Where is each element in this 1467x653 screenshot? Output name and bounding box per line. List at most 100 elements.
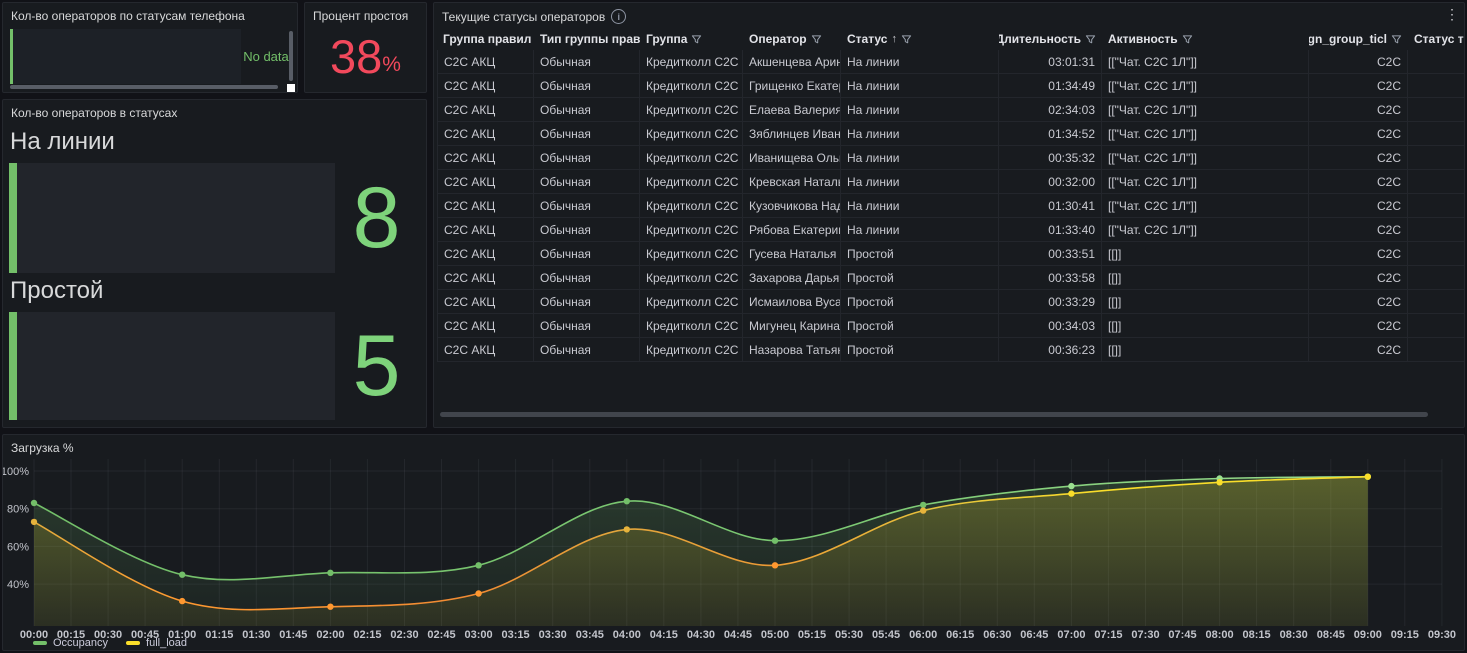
x-axis-label: 04:30 bbox=[687, 629, 715, 641]
y-axis-label: 100% bbox=[3, 466, 29, 478]
filter-icon[interactable] bbox=[691, 34, 702, 45]
occupancy-point[interactable] bbox=[31, 500, 37, 506]
legend-item-full_load[interactable]: full_load bbox=[126, 637, 187, 649]
filter-icon[interactable] bbox=[901, 34, 912, 45]
x-axis-label: 07:15 bbox=[1094, 629, 1122, 641]
x-axis-label: 01:15 bbox=[205, 629, 233, 641]
table-cell: 02:34:03 bbox=[999, 98, 1102, 122]
column-header-4[interactable]: Оператор bbox=[743, 29, 841, 50]
table-cell: [[]] bbox=[1102, 290, 1309, 314]
column-header-9[interactable]: Статус телефона bbox=[1408, 29, 1464, 50]
table-row: C2C АКЦОбычнаяКредитколл C2CГрищенко Ека… bbox=[437, 74, 1464, 98]
column-header-1[interactable]: Группа правил bbox=[437, 29, 534, 50]
vertical-scrollbar[interactable] bbox=[289, 31, 293, 81]
column-label: Статус телефона bbox=[1414, 29, 1464, 50]
occupancy-point[interactable] bbox=[179, 572, 185, 578]
column-header-6[interactable]: Длительность bbox=[999, 29, 1102, 50]
table-cell: На линии bbox=[841, 146, 999, 170]
table-horizontal-scrollbar[interactable] bbox=[440, 412, 1428, 417]
column-header-5[interactable]: Статус↑ bbox=[841, 29, 999, 50]
table-cell: C2C bbox=[1309, 218, 1408, 242]
occupancy-point[interactable] bbox=[624, 498, 630, 504]
panel-menu-kebab-icon[interactable]: ⋮ bbox=[1444, 5, 1460, 23]
occupancy-point[interactable] bbox=[772, 538, 778, 544]
column-header-3[interactable]: Группа bbox=[640, 29, 743, 50]
legend-item-occupancy[interactable]: Occupancy bbox=[33, 637, 108, 649]
bar-gauge-fill bbox=[9, 163, 17, 273]
table-row: C2C АКЦОбычнаяКредитколл C2CИсмаилова Ву… bbox=[437, 290, 1464, 314]
table-cell: C2C bbox=[1309, 74, 1408, 98]
table-row: C2C АКЦОбычнаяКредитколл C2CМигунец Кари… bbox=[437, 314, 1464, 338]
table-cell: Кревская Наталья bbox=[743, 170, 841, 194]
table-cell: 00:33:51 bbox=[999, 242, 1102, 266]
bar-gauge-track bbox=[9, 312, 335, 420]
table-cell: C2C АКЦ bbox=[437, 242, 534, 266]
table-cell: Обычная bbox=[534, 98, 640, 122]
panel-title-text: Кол-во операторов в статусах bbox=[11, 106, 177, 120]
table-cell: [[]] bbox=[1102, 338, 1309, 362]
full-load-point[interactable] bbox=[179, 598, 185, 604]
horizontal-scrollbar[interactable] bbox=[10, 85, 278, 89]
x-axis-label: 03:30 bbox=[539, 629, 567, 641]
table-cell: [["Чат. C2C 1Л"]] bbox=[1102, 170, 1309, 194]
full-load-point[interactable] bbox=[1216, 479, 1222, 485]
table-row: C2C АКЦОбычнаяКредитколл C2CРябова Екате… bbox=[437, 218, 1464, 242]
table-cell: Мигунец Карина bbox=[743, 314, 841, 338]
filter-icon[interactable] bbox=[1391, 34, 1402, 45]
column-header-7[interactable]: Активность bbox=[1102, 29, 1309, 50]
filter-icon[interactable] bbox=[1182, 34, 1193, 45]
x-axis-label: 05:30 bbox=[835, 629, 863, 641]
table-cell: Обычная bbox=[534, 290, 640, 314]
table-cell: Кредитколл C2C bbox=[640, 218, 743, 242]
table-cell: C2C bbox=[1309, 266, 1408, 290]
table-cell: C2C bbox=[1309, 170, 1408, 194]
x-axis-label: 07:30 bbox=[1131, 629, 1159, 641]
column-label: Длительность bbox=[999, 29, 1081, 50]
filter-icon[interactable] bbox=[1085, 34, 1096, 45]
table-cell: Кредитколл C2C bbox=[640, 242, 743, 266]
table-cell: 00:33:58 bbox=[999, 266, 1102, 290]
table-row: C2C АКЦОбычнаяКредитколл C2CНазарова Тат… bbox=[437, 338, 1464, 362]
full-load-point[interactable] bbox=[920, 507, 926, 513]
table-cell: 03:01:31 bbox=[999, 50, 1102, 74]
table-cell: C2C bbox=[1309, 290, 1408, 314]
table-cell bbox=[1408, 314, 1464, 338]
full-load-point[interactable] bbox=[624, 526, 630, 532]
table-cell: Рябова Екатерина bbox=[743, 218, 841, 242]
filter-icon[interactable] bbox=[811, 34, 822, 45]
full-load-point[interactable] bbox=[1068, 490, 1074, 496]
x-axis-label: 08:30 bbox=[1280, 629, 1308, 641]
x-axis-label: 06:45 bbox=[1020, 629, 1048, 641]
x-axis-label: 04:00 bbox=[613, 629, 641, 641]
table-cell: Исмаилова Вусала bbox=[743, 290, 841, 314]
full-load-point[interactable] bbox=[772, 562, 778, 568]
column-label: Группа bbox=[646, 29, 687, 50]
full-load-point[interactable] bbox=[31, 519, 37, 525]
table-cell: Обычная bbox=[534, 50, 640, 74]
column-header-8[interactable]: assign_group_ticl bbox=[1309, 29, 1408, 50]
occupancy-point[interactable] bbox=[920, 502, 926, 508]
x-axis-label: 03:15 bbox=[502, 629, 530, 641]
occupancy-point[interactable] bbox=[1068, 483, 1074, 489]
x-axis-label: 03:00 bbox=[465, 629, 493, 641]
table-cell: Обычная bbox=[534, 170, 640, 194]
occupancy-point[interactable] bbox=[475, 562, 481, 568]
table-cell bbox=[1408, 122, 1464, 146]
bar-gauge-value: 5 bbox=[335, 323, 418, 409]
info-icon[interactable]: i bbox=[611, 9, 626, 24]
y-axis-label: 60% bbox=[7, 541, 29, 553]
x-axis-label: 08:00 bbox=[1206, 629, 1234, 641]
table-row: C2C АКЦОбычнаяКредитколл C2CКузовчикова … bbox=[437, 194, 1464, 218]
table-cell: Захарова Дарья bbox=[743, 266, 841, 290]
full-load-point[interactable] bbox=[1365, 474, 1371, 480]
occupancy-point[interactable] bbox=[327, 570, 333, 576]
bar-gauge-item: Простой5 bbox=[9, 277, 418, 420]
column-header-2[interactable]: Тип группы прав bbox=[534, 29, 640, 50]
table-cell bbox=[1408, 146, 1464, 170]
table-cell: На линии bbox=[841, 98, 999, 122]
table-cell: Обычная bbox=[534, 338, 640, 362]
bar-gauge-fill bbox=[9, 312, 17, 420]
full-load-point[interactable] bbox=[327, 604, 333, 610]
table-cell bbox=[1408, 194, 1464, 218]
full-load-point[interactable] bbox=[475, 590, 481, 596]
